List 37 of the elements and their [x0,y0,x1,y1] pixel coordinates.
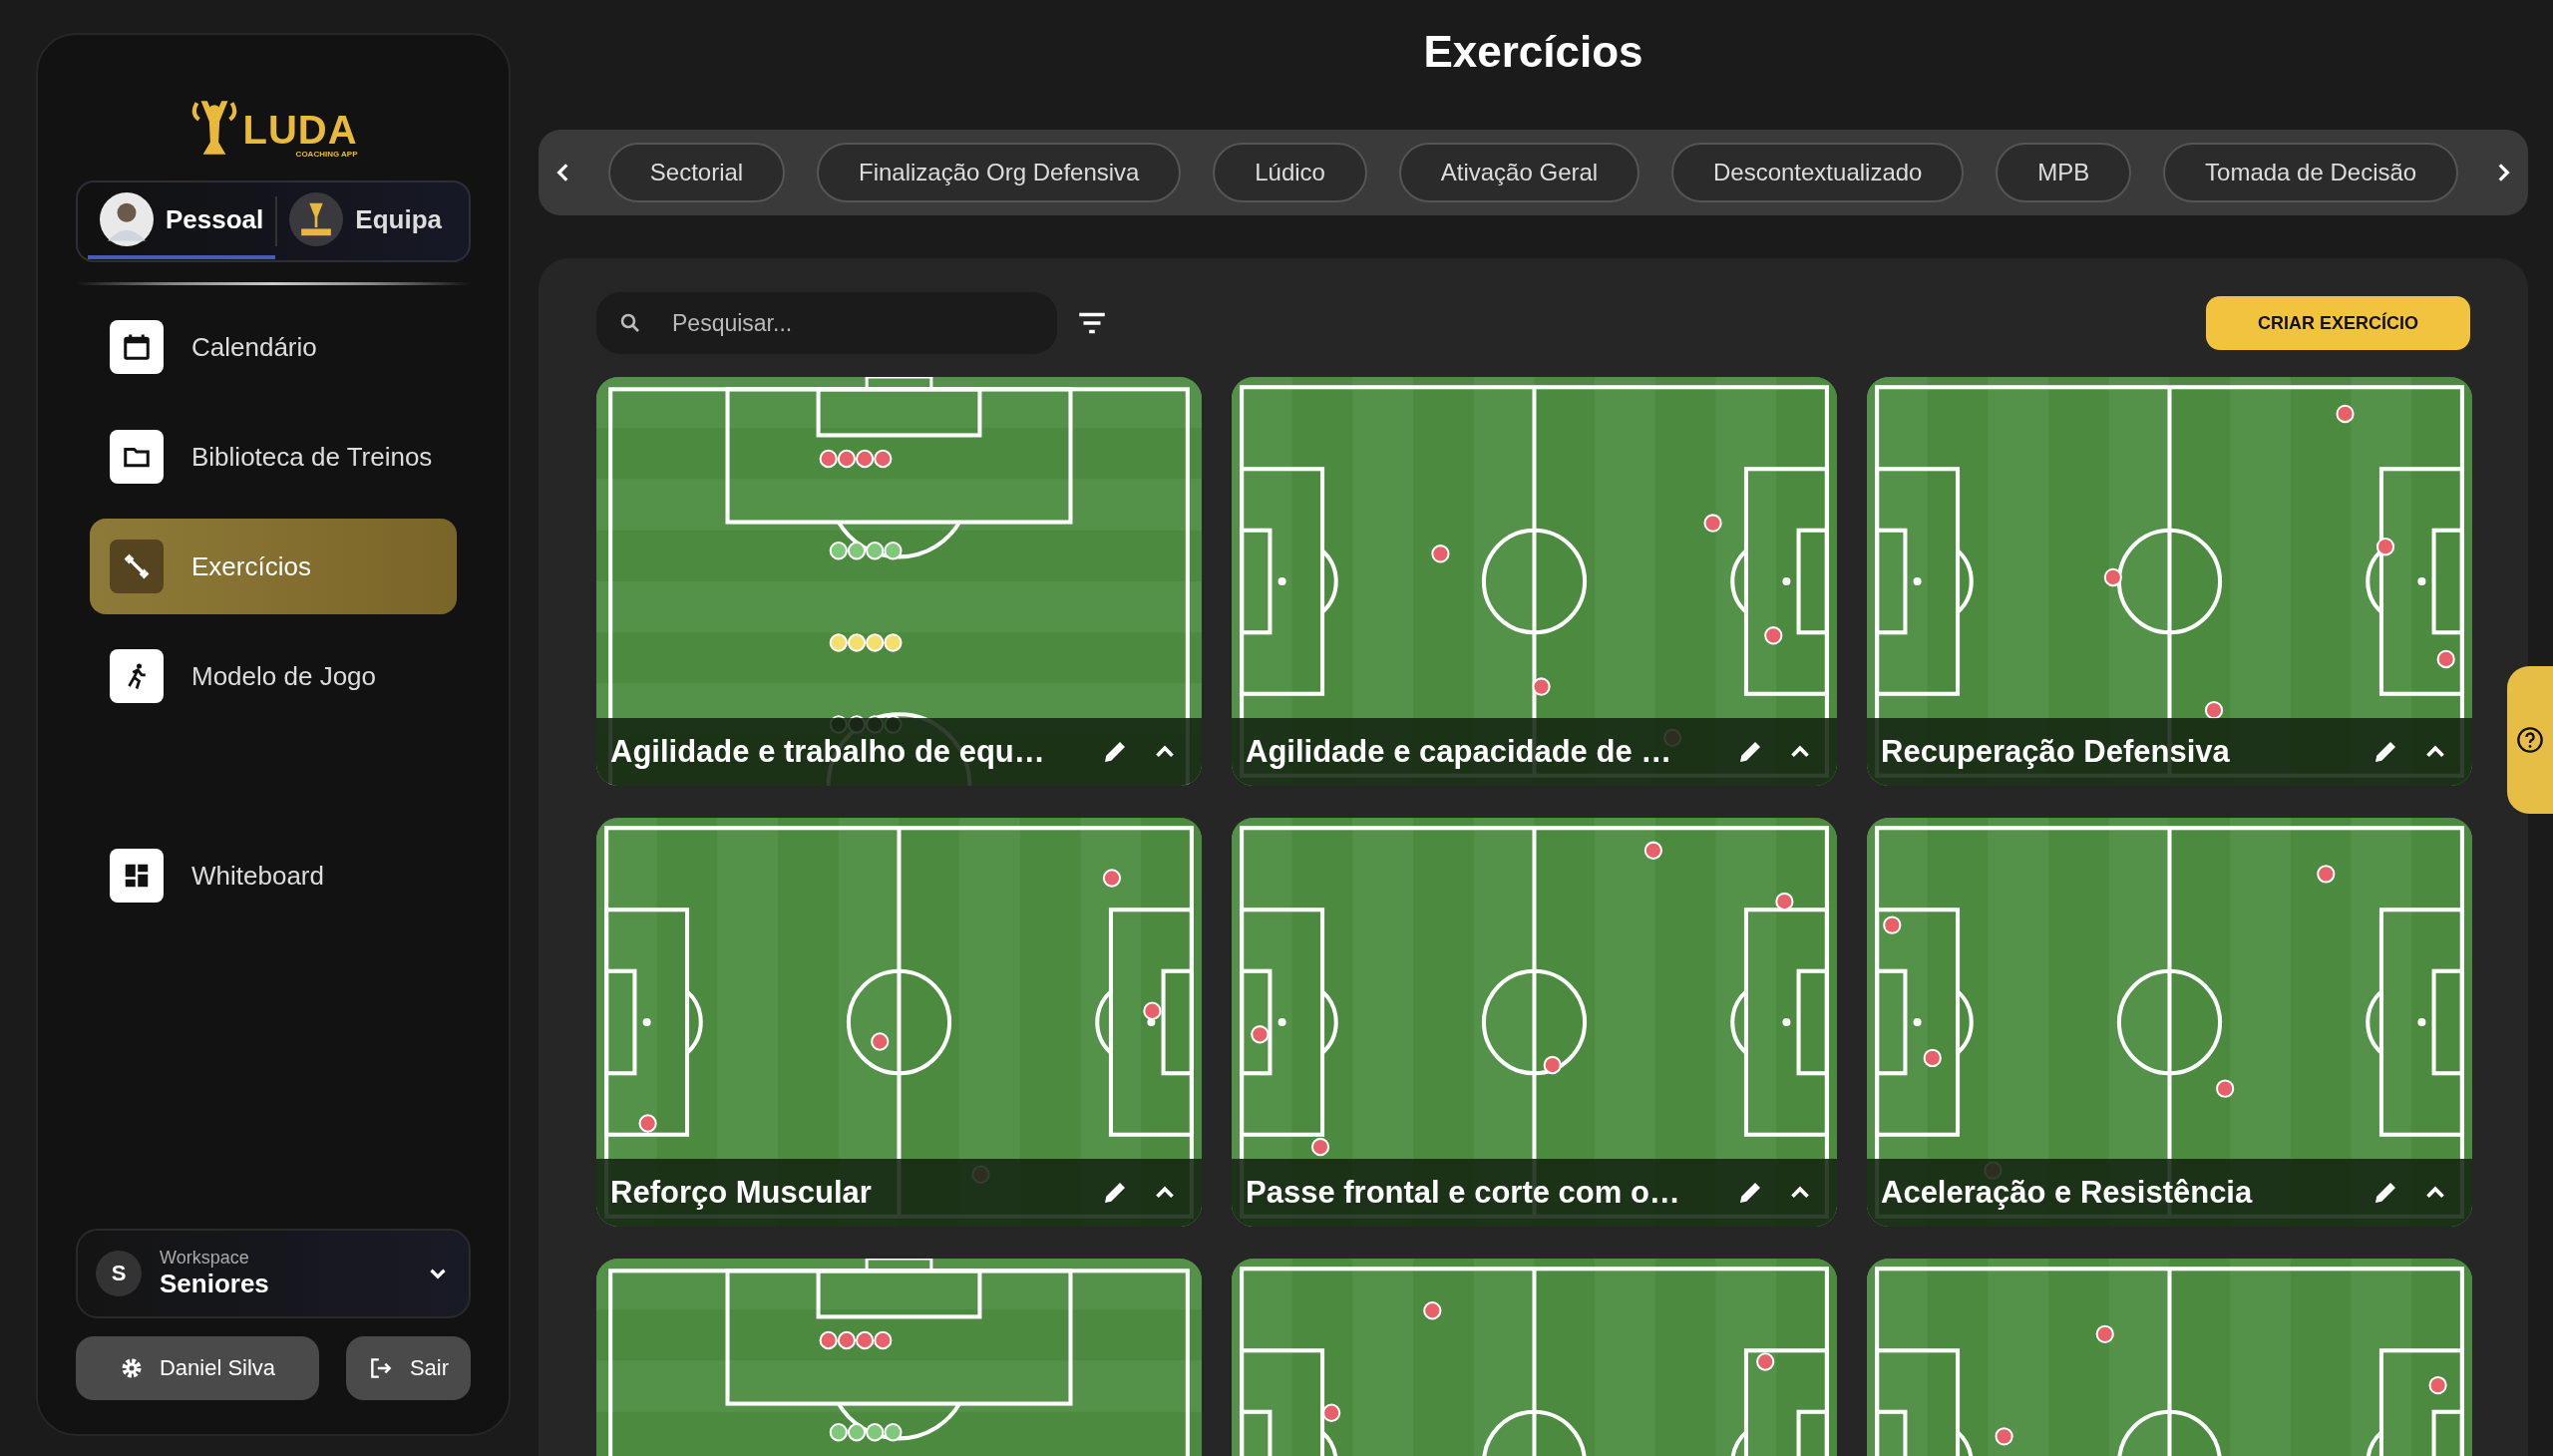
exercise-title: Passe frontal e corte com o… [1246,1175,1681,1211]
workspace-selector[interactable]: S Workspace Seniores [76,1229,471,1318]
exercise-title: Aceleração e Resistência [1881,1175,2254,1211]
nav-item[interactable]: Whiteboard [90,828,457,923]
nav-item[interactable]: Exercícios [90,519,457,614]
workspace-name: Seniores [160,1269,270,1299]
create-exercise-button[interactable]: CRIAR EXERCÍCIO [2206,296,2470,350]
category-tab[interactable]: MPB [1996,143,2132,202]
page-title: Exercícios [1422,27,1644,78]
nav-item[interactable]: Biblioteca de Treinos [90,409,457,505]
nav-item[interactable]: Calendário [90,299,457,395]
exercise-title: Recuperação Defensiva [1881,734,2231,770]
workspace-label: Workspace [160,1248,250,1269]
nav-item[interactable]: Modelo de Jogo [90,628,457,724]
profile-tab[interactable]: Pessoal [88,183,276,259]
category-tab[interactable]: Lúdico [1213,143,1367,202]
logout-button[interactable]: Sair [345,1336,471,1400]
user-settings-button[interactable]: Daniel Silva [76,1336,319,1400]
help-icon [2516,726,2544,754]
workspace-avatar: S [96,1251,142,1296]
profile-tab[interactable]: Equipa [277,183,459,259]
exercise-title: Agilidade e trabalho de equ… [610,734,1046,770]
category-tab[interactable]: Descontextualizado [1670,143,1965,202]
help-tab[interactable] [2507,666,2553,814]
team-logo-icon [289,192,344,246]
category-tab[interactable]: Tomada de Decisão [2163,143,2459,202]
calendar-icon [122,332,152,362]
avatar-icon [100,192,154,246]
dumbbell-icon [122,551,152,581]
search-field[interactable]: Pesquisar... [596,292,1057,354]
category-tab[interactable]: Sectorial [607,143,786,202]
category-tab[interactable]: Ativação Geral [1398,143,1641,202]
logo-tagline: COACHING APP [295,150,358,159]
exercise-title: Agilidade e capacidade de … [1246,734,1673,770]
logo-wordmark: LUDA [242,110,358,150]
exercise-title: Reforço Muscular [610,1175,873,1211]
category-tab[interactable]: Finalização Org Defensiva [816,143,1182,202]
